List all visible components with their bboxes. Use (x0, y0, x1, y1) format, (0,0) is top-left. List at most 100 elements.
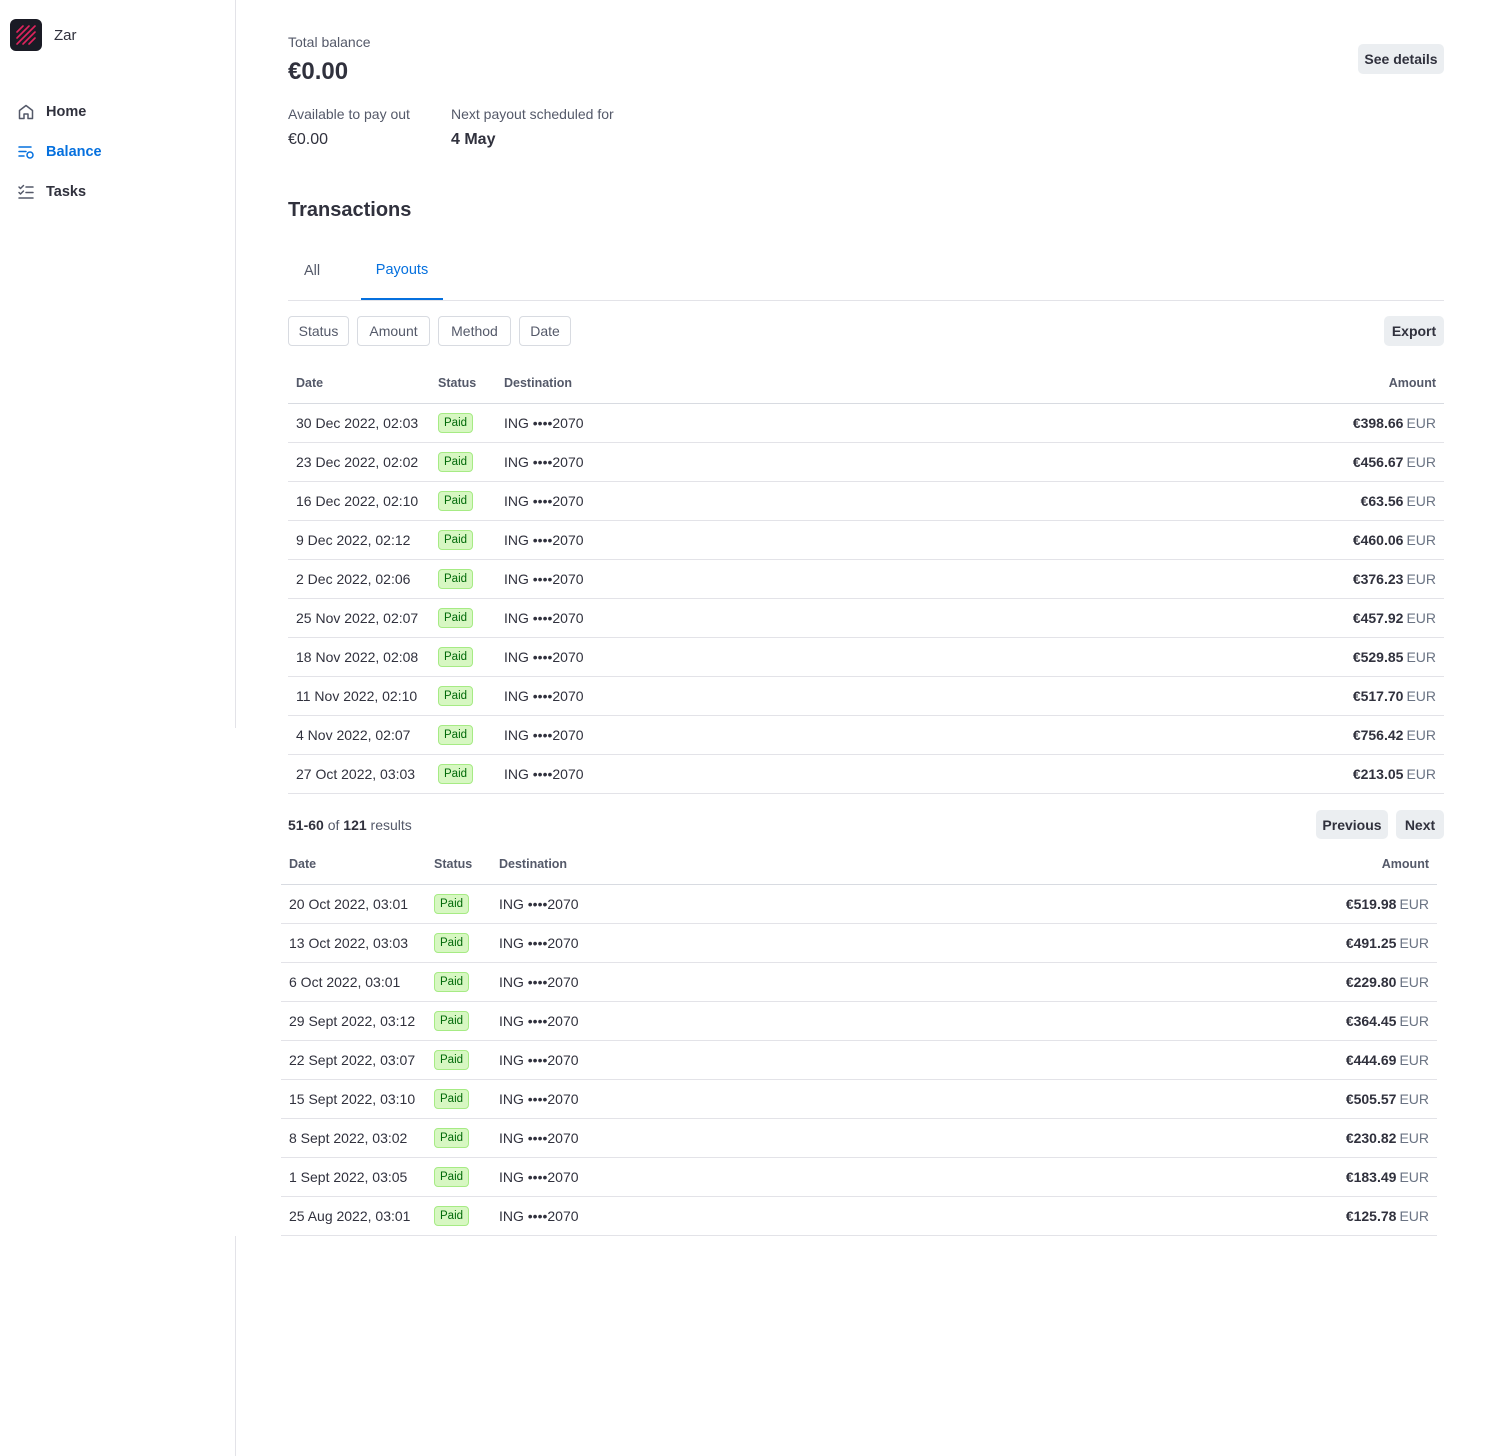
status-badge: Paid (438, 451, 474, 472)
tasks-icon (16, 182, 36, 202)
row-currency: EUR (1399, 1012, 1429, 1029)
table-row[interactable]: 6 Oct 2022, 03:01 Paid ING ••••2070 €229.80… (281, 962, 1437, 1002)
payouts-table-next: Date Status Destination Amount 20 Oct 20… (281, 844, 1437, 1236)
row-status: Paid (430, 715, 496, 755)
payouts-table: Date Status Destination Amount 30 Dec 20… (288, 363, 1444, 794)
row-status: Paid (426, 1157, 491, 1197)
tab-all[interactable]: All (288, 242, 336, 299)
table-row[interactable]: 8 Sept 2022, 03:02 Paid ING ••••2070 €230.8… (281, 1118, 1437, 1158)
next-payout-value: 4 May (451, 131, 496, 148)
row-currency: EUR (1406, 765, 1436, 782)
row-currency: EUR (1399, 934, 1429, 951)
status-badge: Paid (434, 1010, 470, 1031)
table-row[interactable]: 4 Nov 2022, 02:07 Paid ING ••••2070 €756.42… (288, 715, 1444, 755)
pagination-of: of (327, 817, 340, 833)
filter-status[interactable]: Status (288, 316, 349, 346)
status-badge: Paid (438, 724, 474, 745)
row-status: Paid (430, 559, 496, 599)
column-header-date[interactable]: Date (288, 363, 430, 404)
table-row[interactable]: 22 Sept 2022, 03:07 Paid ING ••••2070 €444.… (281, 1040, 1437, 1080)
row-amount: €756.42 (1352, 726, 1404, 743)
row-amount: €505.57 (1345, 1090, 1397, 1107)
row-destination: ING ••••2070 (491, 884, 791, 924)
see-details-button[interactable]: See details (1358, 44, 1444, 74)
row-date: 25 Aug 2022, 03:01 (281, 1196, 426, 1236)
row-date: 13 Oct 2022, 03:03 (281, 923, 426, 963)
row-destination: ING ••••2070 (496, 442, 796, 482)
previous-page-button[interactable]: Previous (1316, 810, 1388, 839)
status-badge: Paid (438, 490, 474, 511)
column-header-amount[interactable]: Amount (791, 844, 1437, 885)
row-destination: ING ••••2070 (491, 1040, 791, 1080)
row-amount-cell: €230.82 EUR (791, 1118, 1437, 1158)
sidebar-item-tasks[interactable]: Tasks (16, 172, 102, 212)
row-amount-cell: €460.06 EUR (796, 520, 1444, 560)
row-currency: EUR (1399, 1129, 1429, 1146)
row-status: Paid (426, 1196, 491, 1236)
row-amount-cell: €398.66 EUR (796, 403, 1444, 443)
row-destination: ING ••••2070 (491, 923, 791, 963)
row-destination: ING ••••2070 (491, 1157, 791, 1197)
account-switcher[interactable]: Zar (10, 19, 77, 51)
row-date: 30 Dec 2022, 02:03 (288, 403, 430, 443)
table-row[interactable]: 20 Oct 2022, 03:01 Paid ING ••••2070 €519.9… (281, 884, 1437, 924)
row-destination: ING ••••2070 (496, 481, 796, 521)
row-amount-cell: €456.67 EUR (796, 442, 1444, 482)
table-row[interactable]: 30 Dec 2022, 02:03 Paid ING ••••2070 €398.6… (288, 403, 1444, 443)
next-page-button[interactable]: Next (1396, 810, 1444, 839)
table-row[interactable]: 29 Sept 2022, 03:12 Paid ING ••••2070 €364.… (281, 1001, 1437, 1041)
row-amount: €491.25 (1345, 934, 1397, 951)
row-destination: ING ••••2070 (496, 676, 796, 716)
table-row[interactable]: 18 Nov 2022, 02:08 Paid ING ••••2070 €529.8… (288, 637, 1444, 677)
row-currency: EUR (1406, 453, 1436, 470)
export-button[interactable]: Export (1384, 316, 1444, 346)
filter-amount[interactable]: Amount (357, 316, 430, 346)
tab-payouts[interactable]: Payouts (361, 242, 443, 300)
row-amount: €213.05 (1352, 765, 1404, 782)
table-row[interactable]: 9 Dec 2022, 02:12 Paid ING ••••2070 €460.06… (288, 520, 1444, 560)
sidebar-item-label: Balance (46, 144, 102, 160)
sidebar-item-label: Tasks (46, 184, 87, 200)
row-amount-cell: €125.78 EUR (791, 1196, 1437, 1236)
filter-method[interactable]: Method (438, 316, 511, 346)
table-row[interactable]: 25 Aug 2022, 03:01 Paid ING ••••2070 €125.7… (281, 1196, 1437, 1236)
status-badge: Paid (434, 932, 470, 953)
column-header-amount[interactable]: Amount (796, 363, 1444, 404)
table-row[interactable]: 1 Sept 2022, 03:05 Paid ING ••••2070 €183.4… (281, 1157, 1437, 1197)
row-status: Paid (430, 481, 496, 521)
row-currency: EUR (1399, 1168, 1429, 1185)
column-header-destination[interactable]: Destination (496, 363, 796, 404)
row-amount-cell: €444.69 EUR (791, 1040, 1437, 1080)
status-badge: Paid (438, 568, 474, 589)
column-header-status[interactable]: Status (426, 844, 491, 885)
column-header-date[interactable]: Date (281, 844, 426, 885)
status-badge: Paid (434, 1127, 470, 1148)
table-row[interactable]: 23 Dec 2022, 02:02 Paid ING ••••2070 €456.6… (288, 442, 1444, 482)
table-row[interactable]: 15 Sept 2022, 03:10 Paid ING ••••2070 €505.… (281, 1079, 1437, 1119)
table-row[interactable]: 27 Oct 2022, 03:03 Paid ING ••••2070 €213.0… (288, 754, 1444, 794)
column-header-status[interactable]: Status (430, 363, 496, 404)
table-row[interactable]: 25 Nov 2022, 02:07 Paid ING ••••2070 €457.9… (288, 598, 1444, 638)
table-row[interactable]: 16 Dec 2022, 02:10 Paid ING ••••2070 €63.56… (288, 481, 1444, 521)
row-amount: €376.23 (1352, 570, 1404, 587)
row-currency: EUR (1399, 895, 1429, 912)
total-balance-value: €0.00 (288, 58, 349, 85)
table-row[interactable]: 11 Nov 2022, 02:10 Paid ING ••••2070 €517.7… (288, 676, 1444, 716)
table-row[interactable]: 13 Oct 2022, 03:03 Paid ING ••••2070 €491.2… (281, 923, 1437, 963)
row-date: 8 Sept 2022, 03:02 (281, 1118, 426, 1158)
row-status: Paid (430, 442, 496, 482)
status-badge: Paid (438, 763, 474, 784)
column-header-destination[interactable]: Destination (491, 844, 791, 885)
row-currency: EUR (1399, 1090, 1429, 1107)
row-date: 9 Dec 2022, 02:12 (288, 520, 430, 560)
row-amount-cell: €505.57 EUR (791, 1079, 1437, 1119)
row-amount-cell: €491.25 EUR (791, 923, 1437, 963)
status-badge: Paid (438, 685, 474, 706)
filter-date[interactable]: Date (519, 316, 571, 346)
row-destination: ING ••••2070 (491, 962, 791, 1002)
table-row[interactable]: 2 Dec 2022, 02:06 Paid ING ••••2070 €376.23… (288, 559, 1444, 599)
row-amount: €63.56 (1360, 492, 1404, 509)
sidebar-item-home[interactable]: Home (16, 92, 102, 132)
sidebar-item-balance[interactable]: Balance (16, 132, 102, 172)
row-status: Paid (426, 962, 491, 1002)
